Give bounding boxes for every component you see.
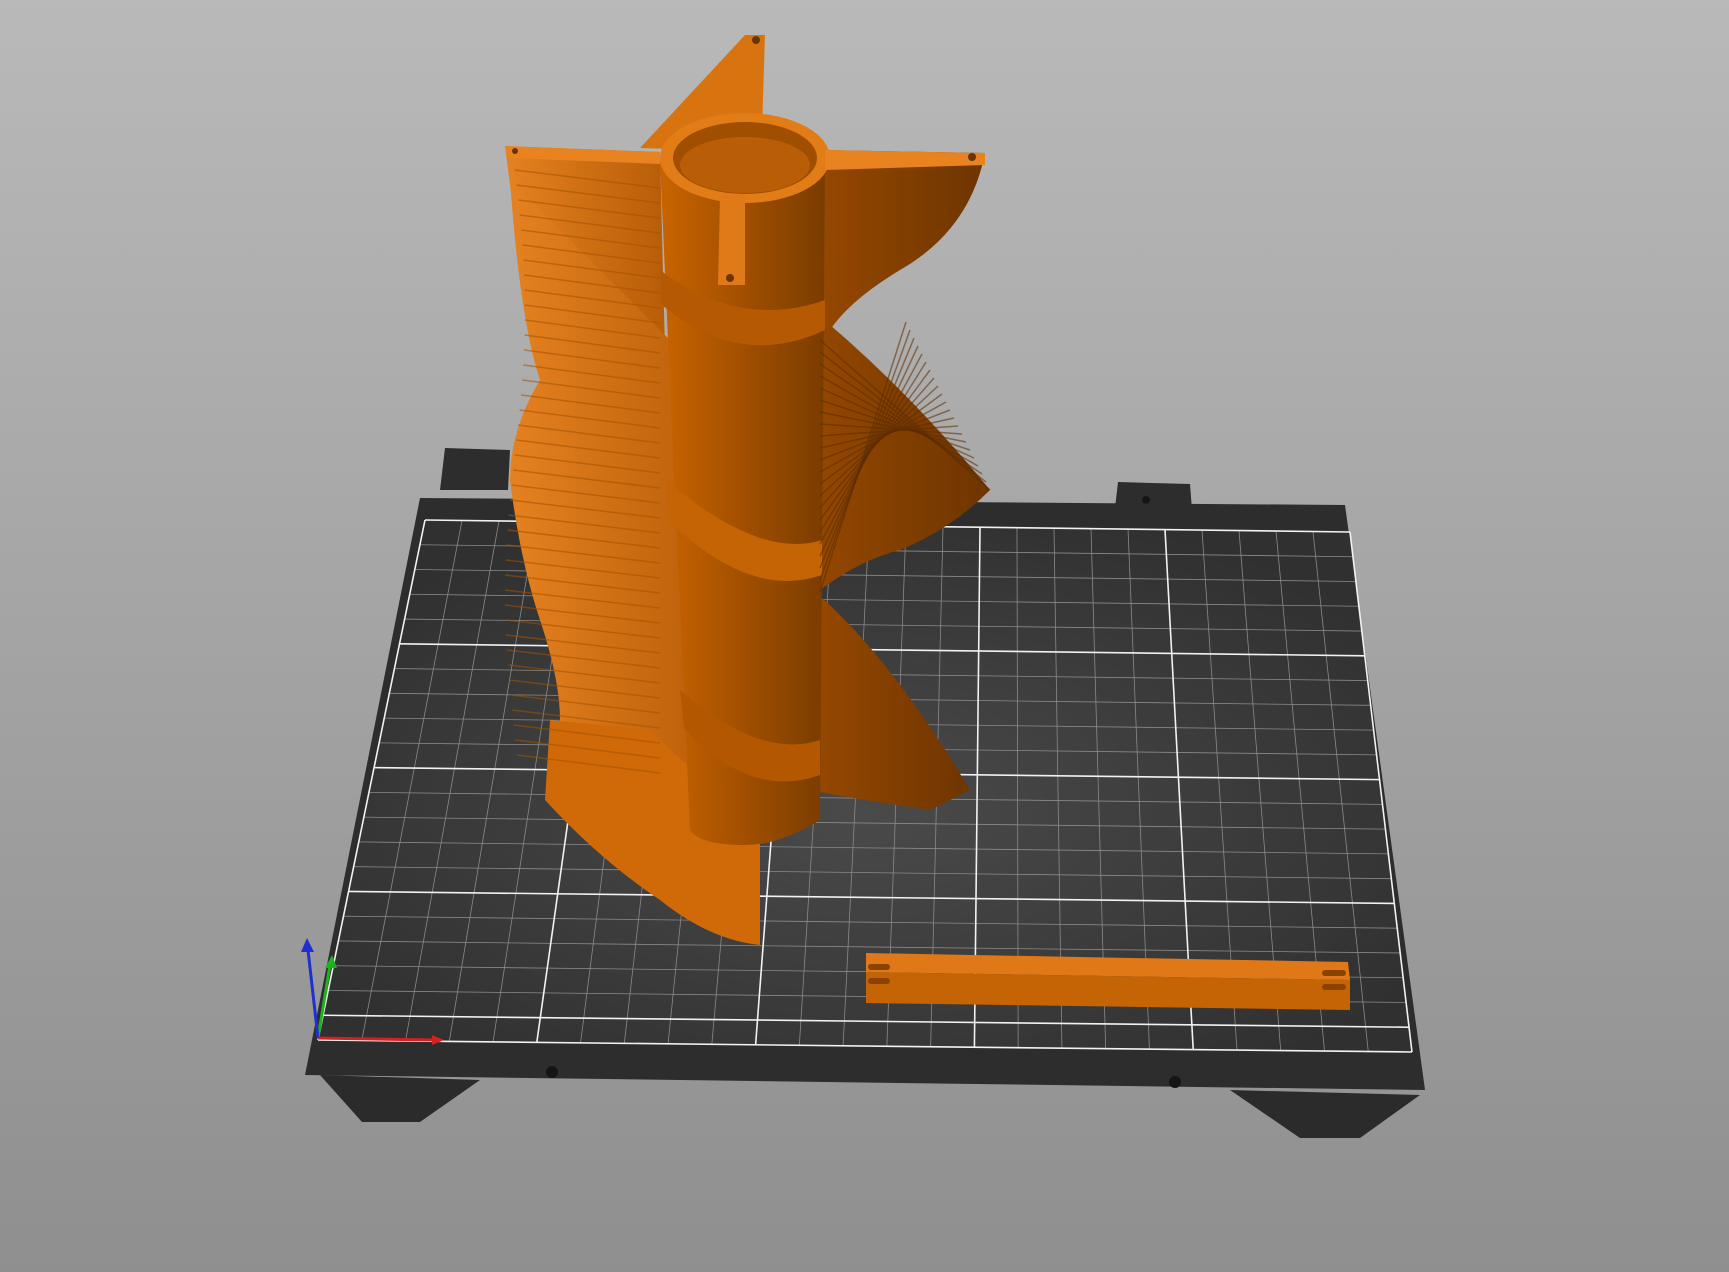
bed-tab-back-left xyxy=(440,448,510,490)
rotor-spoke-front-hole xyxy=(726,274,734,282)
bed-foot-left xyxy=(320,1075,480,1122)
rotor-spoke-right-hole xyxy=(968,153,976,161)
axis-z xyxy=(306,949,320,1039)
rotor-spoke-left-hole xyxy=(512,148,518,154)
mounting-bar-slot-right-2 xyxy=(1322,984,1346,990)
rotor-core-bore-inner xyxy=(680,137,810,193)
rotor-spoke-front xyxy=(718,195,745,285)
mounting-bar-slot-left-1 xyxy=(868,964,890,970)
axis-x xyxy=(317,1036,436,1042)
axis-z-arrow xyxy=(301,938,314,952)
bed-screw-front-right xyxy=(1169,1076,1181,1088)
mounting-bar-slot-right-1 xyxy=(1322,970,1346,976)
bed-screw-back xyxy=(1142,496,1150,504)
mounting-bar[interactable] xyxy=(866,953,1350,1010)
rotor-blade-back-upper xyxy=(800,150,985,330)
mounting-bar-slot-left-2 xyxy=(868,978,890,984)
3d-viewport[interactable] xyxy=(0,0,1729,1272)
scene-canvas[interactable] xyxy=(0,0,1729,1272)
bed-screw-front-left xyxy=(546,1066,558,1078)
bed-foot-right xyxy=(1230,1090,1420,1138)
rotor-fin-top-hole xyxy=(752,36,760,44)
